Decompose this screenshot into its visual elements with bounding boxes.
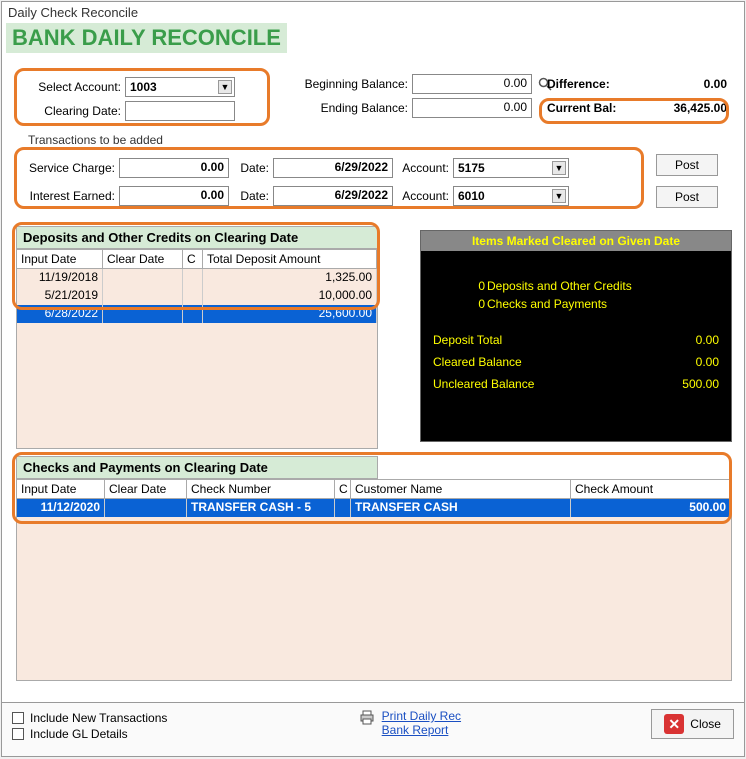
sc-account-value: 5175 xyxy=(458,161,485,175)
deposits-section: Deposits and Other Credits on Clearing D… xyxy=(16,226,378,449)
transactions-box: Service Charge: 0.00 Date: 6/29/2022 Acc… xyxy=(14,147,644,209)
table-row[interactable]: 11/12/2020TRANSFER CASH - 5TRANSFER CASH… xyxy=(17,499,731,517)
deposits-header: Deposits and Other Credits on Clearing D… xyxy=(16,226,378,249)
table-row[interactable]: 11/19/20181,325.00 xyxy=(17,269,377,287)
col-input-date[interactable]: Input Date xyxy=(17,250,103,268)
deposit-total-label: Deposit Total xyxy=(433,333,502,347)
checks-grid-header: Input Date Clear Date Check Number C Cus… xyxy=(17,480,731,499)
beginning-balance-input[interactable]: 0.00 xyxy=(412,74,532,94)
ie-date-input[interactable]: 6/29/2022 xyxy=(273,186,393,206)
account-select-value: 1003 xyxy=(130,80,157,94)
clearing-date-label: Clearing Date: xyxy=(23,104,125,118)
chevron-down-icon: ▼ xyxy=(552,189,566,203)
close-button[interactable]: ✕ Close xyxy=(651,709,734,739)
uncleared-balance-label: Uncleared Balance xyxy=(433,377,534,391)
checks-grid[interactable]: Input Date Clear Date Check Number C Cus… xyxy=(16,479,732,681)
marked-header: Items Marked Cleared on Given Date xyxy=(421,231,731,251)
post-service-charge-button[interactable]: Post xyxy=(656,154,718,176)
marked-deposits-label: Deposits and Other Credits xyxy=(487,279,632,293)
title-bar: Daily Check Reconcile xyxy=(2,2,744,23)
checks-section: Checks and Payments on Clearing Date Inp… xyxy=(16,456,732,681)
transactions-fieldset-label: Transactions to be added xyxy=(24,133,167,147)
col-cleared-flag[interactable]: C xyxy=(183,250,203,268)
difference-value: 0.00 xyxy=(647,77,727,91)
col-customer-name[interactable]: Customer Name xyxy=(351,480,571,498)
print-link-line1: Print Daily Rec xyxy=(382,709,461,723)
select-account-label: Select Account: xyxy=(23,80,125,94)
checkbox-icon xyxy=(12,728,24,740)
marked-checks-count: 0 xyxy=(433,297,487,311)
table-row[interactable]: 5/21/201910,000.00 xyxy=(17,287,377,305)
service-charge-label: Service Charge: xyxy=(23,161,119,175)
table-row[interactable]: 6/28/202225,600.00 xyxy=(17,305,377,323)
account-box: Select Account: 1003 ▼ Clearing Date: xyxy=(14,68,270,126)
col-check-number[interactable]: Check Number xyxy=(187,480,335,498)
close-label: Close xyxy=(690,717,721,731)
service-charge-input[interactable]: 0.00 xyxy=(119,158,229,178)
deposits-grid[interactable]: Input Date Clear Date C Total Deposit Am… xyxy=(16,249,378,449)
sc-date-label: Date: xyxy=(229,161,273,175)
ie-account-select[interactable]: 6010 ▼ xyxy=(453,186,569,206)
marked-checks-label: Checks and Payments xyxy=(487,297,607,311)
ending-balance-label: Ending Balance: xyxy=(292,101,412,115)
sc-account-select[interactable]: 5175 ▼ xyxy=(453,158,569,178)
col-deposit-amount[interactable]: Total Deposit Amount xyxy=(203,250,377,268)
include-gl-label: Include GL Details xyxy=(30,727,128,741)
col-cleared-flag[interactable]: C xyxy=(335,480,351,498)
print-link-line2: Bank Report xyxy=(382,723,461,737)
interest-earned-label: Interest Earned: xyxy=(23,189,119,203)
chevron-down-icon: ▼ xyxy=(552,161,566,175)
ie-account-value: 6010 xyxy=(458,189,485,203)
post-interest-button[interactable]: Post xyxy=(656,186,718,208)
window: Daily Check Reconcile BANK DAILY RECONCI… xyxy=(1,1,745,757)
cleared-balance-label: Cleared Balance xyxy=(433,355,522,369)
interest-earned-input[interactable]: 0.00 xyxy=(119,186,229,206)
checks-header: Checks and Payments on Clearing Date xyxy=(16,456,378,479)
sc-account-label: Account: xyxy=(393,161,453,175)
marked-deposits-count: 0 xyxy=(433,279,487,293)
include-gl-checkbox[interactable]: Include GL Details xyxy=(12,727,167,741)
col-clear-date[interactable]: Clear Date xyxy=(105,480,187,498)
checkbox-icon xyxy=(12,712,24,724)
include-new-label: Include New Transactions xyxy=(30,711,167,725)
balances-block: Beginning Balance: 0.00 Ending Balance: … xyxy=(292,72,576,120)
footer: Include New Transactions Include GL Deta… xyxy=(2,702,744,756)
col-input-date[interactable]: Input Date xyxy=(17,480,105,498)
ie-date-label: Date: xyxy=(229,189,273,203)
difference-label: Difference: xyxy=(547,77,610,91)
printer-icon xyxy=(358,709,376,730)
page-heading: BANK DAILY RECONCILE xyxy=(6,23,287,53)
ie-account-label: Account: xyxy=(393,189,453,203)
sc-date-input[interactable]: 6/29/2022 xyxy=(273,158,393,178)
deposits-grid-header: Input Date Clear Date C Total Deposit Am… xyxy=(17,250,377,269)
cleared-balance-value: 0.00 xyxy=(649,355,719,369)
uncleared-balance-value: 500.00 xyxy=(649,377,719,391)
current-balance-highlight xyxy=(539,98,729,124)
clearing-date-input[interactable] xyxy=(125,101,235,121)
print-report-link[interactable]: Print Daily Rec Bank Report xyxy=(358,709,461,737)
include-new-checkbox[interactable]: Include New Transactions xyxy=(12,711,167,725)
deposit-total-value: 0.00 xyxy=(649,333,719,347)
account-select[interactable]: 1003 ▼ xyxy=(125,77,235,97)
ending-balance-input[interactable]: 0.00 xyxy=(412,98,532,118)
chevron-down-icon: ▼ xyxy=(218,80,232,94)
beginning-balance-label: Beginning Balance: xyxy=(292,77,412,91)
marked-panel: Items Marked Cleared on Given Date 0Depo… xyxy=(420,230,732,442)
close-icon: ✕ xyxy=(664,714,684,734)
col-check-amount[interactable]: Check Amount xyxy=(571,480,731,498)
col-clear-date[interactable]: Clear Date xyxy=(103,250,183,268)
